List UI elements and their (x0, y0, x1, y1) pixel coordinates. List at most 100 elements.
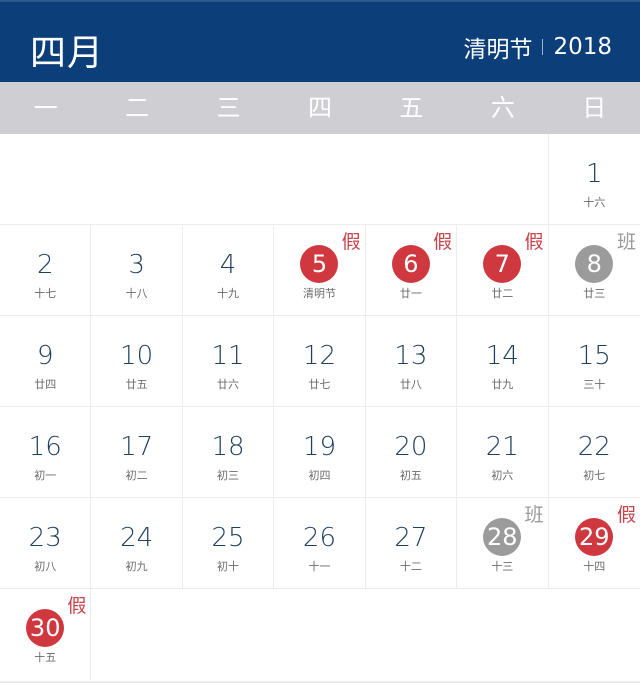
day-cell[interactable]: 11 廿六 (182, 316, 275, 407)
day-cell[interactable]: 2 十七 (0, 225, 92, 316)
holiday-day-badge: 5 (300, 245, 339, 283)
month-title: 四月 (30, 33, 105, 74)
weekday-sun: 日 (582, 94, 607, 122)
day-cell[interactable]: 29 十四 假 (548, 498, 640, 589)
day-cell[interactable]: 9 廿四 (0, 316, 92, 407)
calendar-header: 四月 清明节 2018 (0, 0, 640, 82)
lunar-date: 初三 (217, 469, 240, 482)
day-number: 2 (36, 250, 54, 280)
workday-day-badge: 28 (483, 518, 522, 556)
week-row: 9 廿四 10 廿五 11 廿六 12 廿七 13 廿八 14 廿九 15 三十 (0, 316, 640, 407)
divider (542, 39, 544, 55)
lunar-date: 十五 (34, 651, 57, 664)
lunar-date: 初十 (217, 560, 240, 573)
header-subtitle: 清明节 2018 (463, 30, 612, 64)
lunar-date: 初九 (125, 560, 148, 573)
week-row: 2 十七 3 十八 4 十九 5 清明节假 6 廿一假 7 廿二假 8 廿三班 (0, 225, 640, 316)
empty-cell (366, 589, 457, 680)
day-cell[interactable]: 5 清明节 假 (274, 225, 366, 316)
holiday-tag: 假 (524, 231, 544, 253)
day-cell[interactable]: 17 初二 (91, 407, 183, 498)
lunar-date: 初七 (583, 469, 606, 482)
weekday-fri: 五 (399, 94, 424, 122)
day-cell[interactable]: 27 十二 (365, 498, 458, 589)
day-cell[interactable]: 13 廿八 (365, 316, 458, 407)
weekday-thu: 四 (307, 94, 332, 122)
week-row: 1 十六 (0, 134, 640, 225)
day-cell[interactable]: 16 初一 (0, 407, 92, 498)
empty-cell (274, 134, 366, 225)
lunar-date: 廿一 (399, 287, 422, 300)
empty-cell (549, 589, 640, 680)
day-cell[interactable]: 21 初六 (457, 407, 549, 498)
day-number: 10 (120, 341, 154, 371)
holiday-tag: 假 (433, 231, 453, 253)
lunar-date: 初八 (34, 560, 57, 573)
day-cell[interactable]: 26 十一 (274, 498, 366, 589)
day-cell[interactable]: 23 初八 (0, 498, 92, 589)
lunar-date: 十四 (583, 560, 606, 573)
day-cell[interactable]: 19 初四 (274, 407, 366, 498)
holiday-day-badge: 6 (391, 245, 430, 283)
workday-day-badge: 8 (575, 245, 614, 283)
day-cell[interactable]: 15 三十 (548, 316, 640, 407)
lunar-date: 十七 (34, 287, 57, 300)
day-number: 13 (394, 341, 428, 371)
lunar-date: 十三 (491, 560, 514, 573)
holiday-day-badge: 29 (575, 518, 614, 556)
workday-tag: 班 (616, 231, 636, 253)
day-cell[interactable]: 22 初七 (548, 407, 640, 498)
weekday-tue: 二 (125, 94, 150, 122)
day-number: 17 (120, 432, 154, 462)
day-cell[interactable]: 8 廿三 班 (548, 225, 640, 316)
day-cell[interactable]: 14 廿九 (457, 316, 549, 407)
day-number: 11 (211, 341, 245, 371)
day-cell[interactable]: 3 十八 (91, 225, 183, 316)
day-number: 14 (485, 341, 519, 371)
weekday-sat: 六 (490, 94, 515, 122)
holiday-tag: 假 (341, 231, 361, 253)
lunar-date: 廿六 (217, 378, 240, 391)
day-number: 3 (128, 250, 145, 280)
day-number: 18 (211, 432, 245, 462)
day-cell[interactable]: 30 十五 假 (0, 589, 92, 680)
lunar-date: 初六 (491, 469, 514, 482)
day-cell[interactable]: 18 初三 (182, 407, 275, 498)
lunar-date: 廿九 (491, 378, 514, 391)
lunar-date: 初四 (308, 469, 331, 482)
day-cell[interactable]: 25 初十 (182, 498, 275, 589)
empty-cell (274, 589, 365, 680)
lunar-date: 初一 (34, 469, 57, 482)
day-cell[interactable]: 4 十九 (182, 225, 275, 316)
lunar-date: 十八 (125, 287, 148, 300)
lunar-date: 三十 (583, 378, 606, 391)
day-number: 24 (120, 523, 154, 553)
festival-label: 清明节 (302, 287, 336, 300)
day-number: 19 (302, 432, 337, 462)
holiday-day-badge: 7 (483, 245, 522, 283)
empty-cell (0, 134, 92, 225)
day-number: 4 (219, 250, 237, 280)
empty-cell (365, 134, 458, 225)
empty-cell (91, 134, 183, 225)
day-cell[interactable]: 10 廿五 (91, 316, 183, 407)
lunar-date: 十二 (399, 560, 422, 573)
day-number: 12 (302, 341, 337, 371)
lunar-date: 廿七 (308, 378, 331, 391)
day-number: 21 (485, 432, 519, 462)
empty-cell (91, 589, 182, 680)
weekday-mon: 一 (33, 94, 58, 122)
lunar-date: 初五 (399, 469, 422, 482)
day-cell[interactable]: 20 初五 (365, 407, 458, 498)
day-cell[interactable]: 6 廿一 假 (365, 225, 458, 316)
holiday-tag: 假 (67, 595, 87, 617)
lunar-date: 廿八 (399, 378, 422, 391)
day-cell[interactable]: 7 廿二 假 (457, 225, 549, 316)
day-cell[interactable]: 28 十三 班 (457, 498, 549, 589)
day-number: 20 (394, 432, 428, 462)
day-cell[interactable]: 12 廿七 (274, 316, 366, 407)
empty-cell (457, 134, 549, 225)
day-cell[interactable]: 24 初九 (91, 498, 183, 589)
weekday-bar: 一 二 三 四 五 六 日 (0, 82, 640, 134)
day-cell[interactable]: 1 十六 (548, 134, 640, 225)
